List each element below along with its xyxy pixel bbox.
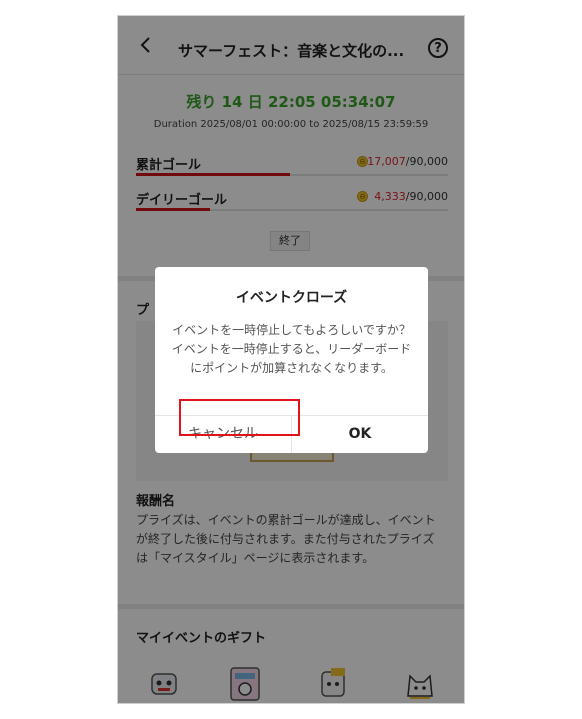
dialog-title: イベントクローズ: [235, 290, 348, 306]
dialog-message: イベントを一時停止してもよろしいですか？イベントを一時停止すると、リーダーボード…: [171, 323, 412, 375]
phone-screen: サマーフェスト：音楽と文化の... ? 残り 14 日 22:05 05:34:…: [117, 15, 465, 704]
ok-button-highlight: [179, 399, 300, 436]
ok-button[interactable]: OK: [292, 416, 428, 453]
